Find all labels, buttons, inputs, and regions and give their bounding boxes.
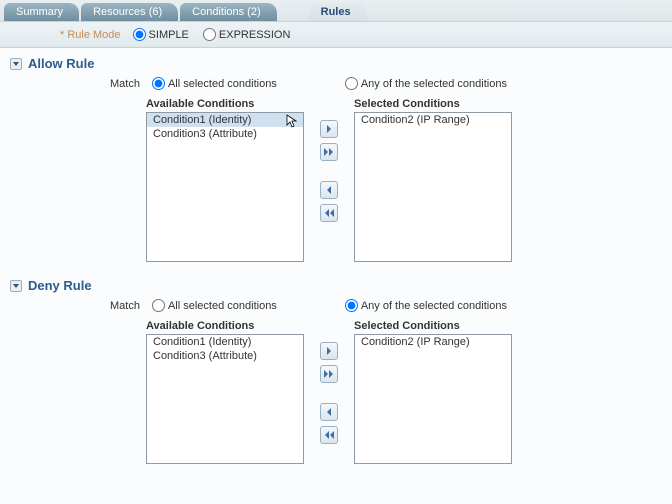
deny-match-any-label: Any of the selected conditions <box>361 300 507 312</box>
deny-selected-listbox[interactable]: Condition2 (IP Range) <box>354 334 512 464</box>
rule-mode-expression-label: EXPRESSION <box>219 29 291 41</box>
allow-match-all-label: All selected conditions <box>168 78 277 90</box>
allow-selected-listbox[interactable]: Condition2 (IP Range) <box>354 112 512 262</box>
tab-resources[interactable]: Resources (6) <box>81 3 178 21</box>
deny-match-row: Match All selected conditions Any of the… <box>110 299 662 312</box>
rule-mode-simple-radio[interactable] <box>133 28 146 41</box>
rule-mode-simple-label: SIMPLE <box>149 29 189 41</box>
list-item[interactable]: Condition3 (Attribute) <box>147 349 303 363</box>
allow-match-any[interactable]: Any of the selected conditions <box>341 77 507 90</box>
allow-match-all[interactable]: All selected conditions <box>148 77 277 90</box>
deny-collapse-toggle[interactable] <box>10 280 22 292</box>
allow-rule-section: Allow Rule Match All selected conditions… <box>0 52 672 270</box>
allow-match-row: Match All selected conditions Any of the… <box>110 77 662 90</box>
rule-mode-expression[interactable]: EXPRESSION <box>199 28 291 41</box>
rule-mode-bar: * Rule Mode SIMPLE EXPRESSION <box>0 22 672 48</box>
deny-match-any-radio[interactable] <box>345 299 358 312</box>
deny-available-listbox[interactable]: Condition1 (Identity) Condition3 (Attrib… <box>146 334 304 464</box>
deny-match-any[interactable]: Any of the selected conditions <box>341 299 507 312</box>
deny-match-all-label: All selected conditions <box>168 300 277 312</box>
list-item[interactable]: Condition3 (Attribute) <box>147 127 303 141</box>
rule-mode-simple[interactable]: SIMPLE <box>129 28 189 41</box>
allow-match-any-radio[interactable] <box>345 77 358 90</box>
allow-match-all-radio[interactable] <box>152 77 165 90</box>
deny-match-label: Match <box>110 300 140 312</box>
deny-match-all[interactable]: All selected conditions <box>148 299 277 312</box>
allow-collapse-toggle[interactable] <box>10 58 22 70</box>
list-item-label: Condition1 (Identity) <box>153 114 251 126</box>
allow-available-label: Available Conditions <box>146 98 304 110</box>
list-item[interactable]: Condition1 (Identity) <box>147 113 303 127</box>
allow-match-label: Match <box>110 78 140 90</box>
tab-rules[interactable]: Rules <box>309 3 367 21</box>
deny-rule-header: Deny Rule <box>10 278 662 293</box>
deny-available-label: Available Conditions <box>146 320 304 332</box>
deny-rule-title: Deny Rule <box>28 278 92 293</box>
move-left-button[interactable] <box>320 181 338 199</box>
list-item[interactable]: Condition2 (IP Range) <box>355 335 511 349</box>
allow-available-listbox[interactable]: Condition1 (Identity) Condition3 (Attrib… <box>146 112 304 262</box>
tab-bar: Summary Resources (6) Conditions (2) Rul… <box>0 0 672 22</box>
move-right-button[interactable] <box>320 120 338 138</box>
list-item[interactable]: Condition1 (Identity) <box>147 335 303 349</box>
deny-selected-label: Selected Conditions <box>354 320 512 332</box>
move-all-right-button[interactable] <box>320 365 338 383</box>
allow-rule-header: Allow Rule <box>10 56 662 71</box>
allow-lists-row: Available Conditions Condition1 (Identit… <box>146 98 662 262</box>
move-right-button[interactable] <box>320 342 338 360</box>
allow-rule-title: Allow Rule <box>28 56 94 71</box>
tab-conditions[interactable]: Conditions (2) <box>180 3 276 21</box>
move-all-right-button[interactable] <box>320 143 338 161</box>
deny-match-all-radio[interactable] <box>152 299 165 312</box>
allow-match-any-label: Any of the selected conditions <box>361 78 507 90</box>
rule-mode-expression-radio[interactable] <box>203 28 216 41</box>
deny-transfer-buttons <box>320 342 338 444</box>
deny-lists-row: Available Conditions Condition1 (Identit… <box>146 320 662 464</box>
allow-selected-label: Selected Conditions <box>354 98 512 110</box>
move-all-left-button[interactable] <box>320 204 338 222</box>
list-item[interactable]: Condition2 (IP Range) <box>355 113 511 127</box>
move-left-button[interactable] <box>320 403 338 421</box>
cursor-icon <box>286 114 297 131</box>
tab-summary[interactable]: Summary <box>4 3 79 21</box>
rule-mode-label: * Rule Mode <box>60 29 121 41</box>
allow-transfer-buttons <box>320 120 338 222</box>
move-all-left-button[interactable] <box>320 426 338 444</box>
deny-rule-section: Deny Rule Match All selected conditions … <box>0 274 672 472</box>
